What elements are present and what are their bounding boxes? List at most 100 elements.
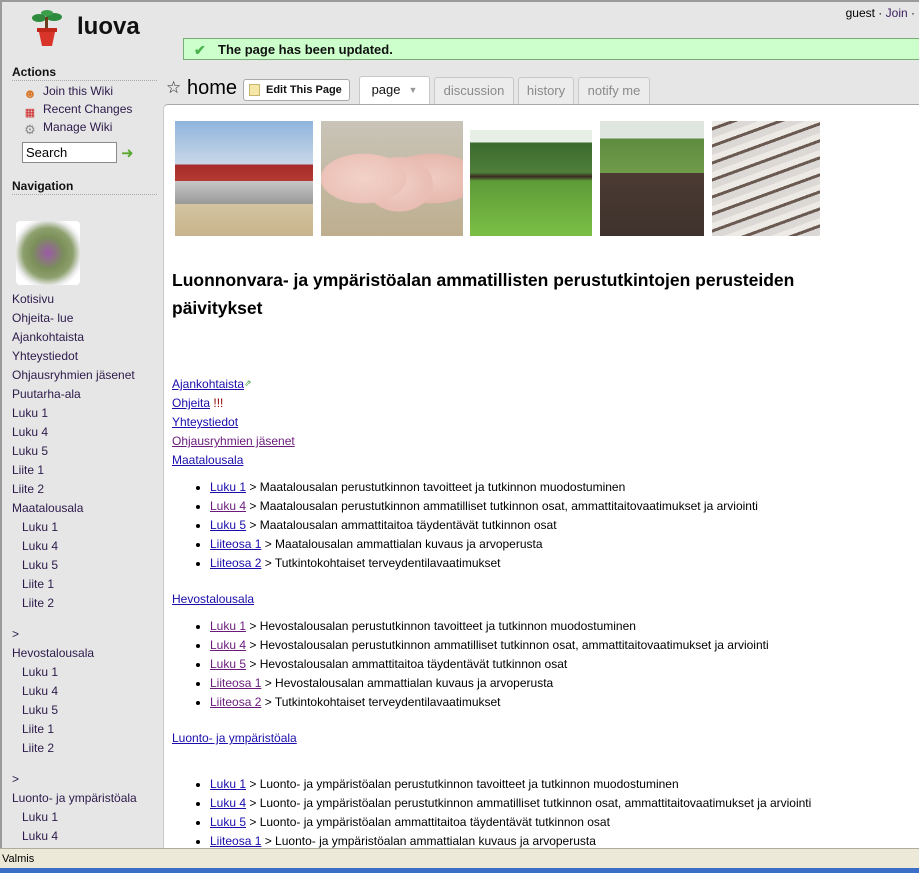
- chapter-link[interactable]: Liiteosa 1: [210, 537, 261, 551]
- tab-label: notify me: [587, 83, 641, 98]
- user-bar: guest · Join ·: [846, 6, 915, 20]
- tab-discussion[interactable]: discussion: [434, 77, 514, 104]
- list-item: Liiteosa 1 > Hevostalousalan ammattialan…: [210, 674, 910, 693]
- chapter-link[interactable]: Liiteosa 1: [210, 676, 261, 690]
- chapter-link[interactable]: Luku 1: [210, 480, 246, 494]
- edit-page-button[interactable]: Edit This Page: [243, 79, 350, 101]
- tab-label: discussion: [443, 83, 505, 98]
- top-link-row: Ohjeita !!!: [172, 396, 223, 410]
- chapter-description: > Hevostalousalan ammattitaitoa täydentä…: [246, 657, 568, 671]
- nav-item[interactable]: Hevostalousala: [12, 644, 162, 663]
- chapter-link[interactable]: Luku 5: [210, 518, 246, 532]
- nav-item[interactable]: Kotisivu: [12, 290, 162, 309]
- list-item: Liiteosa 2 > Tutkintokohtaiset terveyden…: [210, 693, 910, 712]
- top-link-row: Ajankohtaista⇗: [172, 377, 252, 391]
- nav-item[interactable]: Luonto- ja ympäristöala: [12, 789, 162, 808]
- nav-item[interactable]: Maatalousala: [12, 499, 162, 518]
- hevostalousala-link[interactable]: Hevostalousala: [172, 592, 254, 606]
- nav-item[interactable]: Luku 4: [12, 537, 162, 556]
- tractor-field-photo: [600, 121, 704, 236]
- actions-heading: Actions: [12, 65, 157, 81]
- chapter-link[interactable]: Luku 4: [210, 499, 246, 513]
- chapter-description: > Hevostalousalan perustutkinnon ammatil…: [246, 638, 769, 652]
- join-wiki-link[interactable]: ☻ Join this Wiki: [22, 84, 113, 102]
- list-item: Luku 1 > Maatalousalan perustutkinnon ta…: [210, 478, 910, 497]
- maatalousala-link[interactable]: Maatalousala: [172, 453, 243, 467]
- chapter-link[interactable]: Liiteosa 2: [210, 556, 261, 570]
- chapter-description: > Tutkintokohtaiset terveydentilavaatimu…: [261, 556, 501, 570]
- luonto-ympariostoala-link[interactable]: Luonto- ja ympäristöala: [172, 731, 297, 745]
- chapter-link[interactable]: Liiteosa 1: [210, 834, 261, 848]
- external-link-icon: ⇗: [244, 378, 252, 388]
- emphasis-text: !!!: [213, 396, 224, 410]
- list-item: Liiteosa 1 > Luonto- ja ympäristöalan am…: [210, 832, 910, 848]
- yhteystiedot-link[interactable]: Yhteystiedot: [172, 415, 238, 429]
- tab-notify-me[interactable]: notify me: [578, 77, 650, 104]
- arrow-right-icon[interactable]: ➜: [121, 146, 134, 161]
- list-item: Luku 5 > Maatalousalan ammattitaitoa täy…: [210, 516, 910, 535]
- potted-bonsai-icon[interactable]: [30, 9, 64, 47]
- nav-item[interactable]: Luku 1: [12, 518, 162, 537]
- luonto-ymparistoala-list: Luku 1 > Luonto- ja ympäristöalan perust…: [190, 775, 910, 848]
- taskbar-edge: [0, 868, 919, 873]
- nav-item[interactable]: Liite 2: [12, 480, 162, 499]
- nav-item[interactable]: Liite 1: [12, 720, 162, 739]
- section-title-row: Luonto- ja ympäristöala: [172, 731, 297, 745]
- nav-item[interactable]: Ohjausryhmien jäsenet: [12, 366, 162, 385]
- nav-item[interactable]: Luku 5: [12, 556, 162, 575]
- chapter-link[interactable]: Luku 4: [210, 638, 246, 652]
- list-item: Liiteosa 1 > Maatalousalan ammattialan k…: [210, 535, 910, 554]
- chapter-link[interactable]: Luku 5: [210, 657, 246, 671]
- nav-item[interactable]: Puutarha-ala: [12, 385, 162, 404]
- window-top-border: [0, 0, 919, 2]
- nav-item[interactable]: Liite 2: [12, 594, 162, 613]
- notice-text: The page has been updated.: [218, 42, 393, 57]
- tab-page[interactable]: page ▼: [359, 76, 430, 104]
- nav-item[interactable]: Luku 4: [12, 423, 162, 442]
- nav-item[interactable]: Luku 5: [12, 701, 162, 720]
- nav-item[interactable]: Yhteystiedot: [12, 347, 162, 366]
- navigation-list: Kotisivu Ohjeita- lue Ajankohtaista Yhteyst…: [12, 290, 162, 846]
- nav-item[interactable]: Liite 1: [12, 461, 162, 480]
- ohjausryhmien-jasenet-link[interactable]: Ohjausryhmien jäsenet: [172, 434, 295, 448]
- chapter-link[interactable]: Luku 1: [210, 777, 246, 791]
- ajankohtaista-link[interactable]: Ajankohtaista: [172, 377, 244, 391]
- site-title[interactable]: luova: [77, 13, 140, 41]
- calendar-icon: ▦: [24, 107, 36, 119]
- nav-item[interactable]: Ajankohtaista: [12, 328, 162, 347]
- top-link-row: Ohjausryhmien jäsenet: [172, 434, 295, 448]
- chapter-link[interactable]: Liiteosa 2: [210, 695, 261, 709]
- star-icon[interactable]: ☆: [166, 78, 181, 98]
- nav-item[interactable]: Luku 4: [12, 682, 162, 701]
- manage-wiki-link[interactable]: ⚙ Manage Wiki: [22, 120, 112, 138]
- nav-item[interactable]: Liite 2: [12, 739, 162, 758]
- list-item: Luku 5 > Luonto- ja ympäristöalan ammatt…: [210, 813, 910, 832]
- nav-item[interactable]: Ohjeita- lue: [12, 309, 162, 328]
- separator: ·: [878, 6, 883, 20]
- nav-item[interactable]: Luku 4: [12, 827, 162, 846]
- user-add-icon: ☻: [23, 86, 37, 101]
- nav-item[interactable]: Luku 5: [12, 442, 162, 461]
- ohjeita-link[interactable]: Ohjeita: [172, 396, 210, 410]
- chapter-description: > Hevostalousalan ammattialan kuvaus ja …: [261, 676, 554, 690]
- top-link-row: Maatalousala: [172, 453, 243, 467]
- tab-history[interactable]: history: [518, 77, 574, 104]
- edit-button-label: Edit This Page: [266, 84, 342, 96]
- recent-changes-link[interactable]: ▦ Recent Changes: [22, 102, 133, 120]
- search-input[interactable]: [22, 142, 117, 163]
- action-label: Manage Wiki: [43, 120, 113, 134]
- section-title-row: Hevostalousala: [172, 592, 254, 606]
- nav-item[interactable]: Luku 1: [12, 404, 162, 423]
- nav-item[interactable]: Liite 1: [12, 575, 162, 594]
- join-link[interactable]: Join: [886, 6, 908, 20]
- barn-tractor-photo: [175, 121, 313, 236]
- chapter-description: > Luonto- ja ympäristöalan perustutkinno…: [246, 777, 679, 791]
- nav-item[interactable]: Luku 1: [12, 663, 162, 682]
- chapter-description: > Hevostalousalan perustutkinnon tavoitt…: [246, 619, 636, 633]
- list-item: Luku 5 > Hevostalousalan ammattitaitoa t…: [210, 655, 910, 674]
- chapter-description: > Maatalousalan perustutkinnon ammatilli…: [246, 499, 758, 513]
- chapter-link[interactable]: Luku 4: [210, 796, 246, 810]
- nav-item[interactable]: Luku 1: [12, 808, 162, 827]
- chapter-link[interactable]: Luku 5: [210, 815, 246, 829]
- chapter-link[interactable]: Luku 1: [210, 619, 246, 633]
